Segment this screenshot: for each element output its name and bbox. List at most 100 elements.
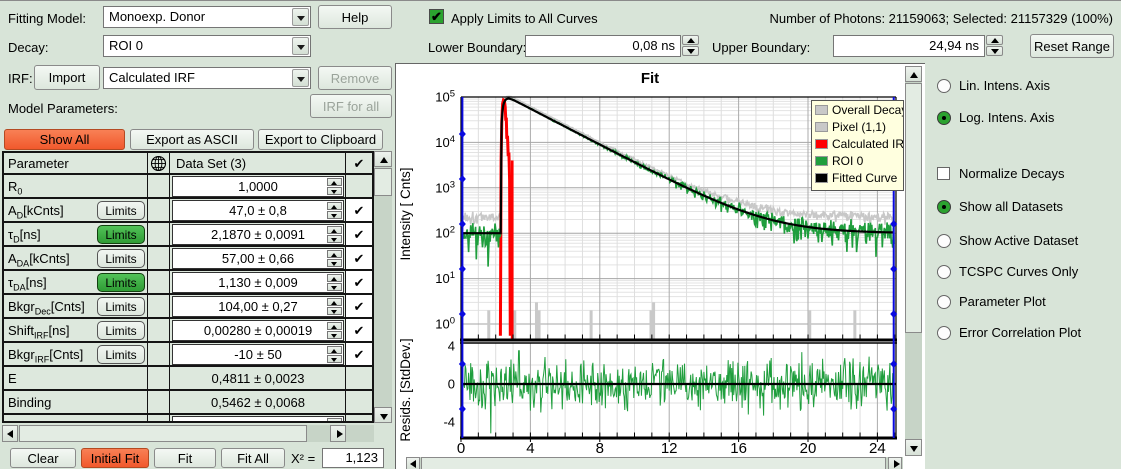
radio-icon[interactable] <box>937 326 951 340</box>
parameter-value-input[interactable]: 104,00 ± 0,27 <box>172 296 344 317</box>
option-normalize-decays[interactable]: Normalize Decays <box>937 166 1064 181</box>
table-gap-cell <box>148 247 170 269</box>
globe-icon[interactable] <box>150 155 167 175</box>
irf-remove-button[interactable]: Remove <box>318 66 392 90</box>
table-scroll-left-icon[interactable] <box>2 425 18 442</box>
table-scroll-down-icon[interactable] <box>374 407 392 423</box>
radio-icon[interactable] <box>937 79 951 93</box>
export-clipboard-button[interactable]: Export to Clipboard <box>258 129 383 150</box>
decay-combo[interactable]: ROI 0 <box>103 35 311 57</box>
parameter-enabled-checkbox[interactable]: ✔ <box>346 295 372 317</box>
option-lin-intens-axis[interactable]: Lin. Intens. Axis <box>937 78 1050 93</box>
option-error-correlation-plot[interactable]: Error Correlation Plot <box>937 325 1081 340</box>
chevron-down-icon[interactable] <box>292 69 309 87</box>
parameter-value-input[interactable]: -10 ± 50 <box>172 344 344 365</box>
plot-scroll-left-icon[interactable] <box>406 457 420 469</box>
parameter-enabled-checkbox[interactable]: ✔ <box>346 199 372 221</box>
parameter-enabled-checkbox[interactable]: ✔ <box>346 343 372 365</box>
help-button[interactable]: Help <box>318 5 392 29</box>
table-hscroll-thumb[interactable] <box>19 425 307 442</box>
chi2-label: X² = <box>291 451 315 466</box>
parameter-value-input[interactable]: 57,00 ± 0,66 <box>172 248 344 269</box>
apply-limits-checkbox[interactable]: ✔ <box>429 9 444 24</box>
lower-boundary-stepper[interactable] <box>682 35 699 57</box>
parameter-enabled-checkbox[interactable]: ✔ <box>346 223 372 245</box>
irf-import-button[interactable]: Import <box>34 65 100 90</box>
parameter-stepper[interactable] <box>327 250 342 267</box>
table-scroll-up-icon[interactable] <box>374 151 392 167</box>
radio-icon[interactable] <box>937 265 951 279</box>
plot-scroll-down-icon[interactable] <box>905 439 922 456</box>
plot-scroll-right-icon[interactable] <box>888 457 902 469</box>
parameter-stepper[interactable] <box>327 322 342 339</box>
parameter-enabled-checkbox[interactable]: ✔ <box>346 247 372 269</box>
parameter-value-input[interactable]: 0,00280 ± 0,00019 <box>172 320 344 341</box>
limits-button[interactable]: Limits <box>97 201 145 220</box>
svg-text:16: 16 <box>730 440 747 457</box>
plot-vscrollbar[interactable] <box>905 66 922 456</box>
limits-button[interactable]: Limits <box>97 321 145 340</box>
upper-boundary-input[interactable]: 24,94 ns <box>833 35 985 57</box>
parameter-value-input[interactable]: 47,0 ± 0,8 <box>172 200 344 221</box>
limits-button[interactable]: Limits <box>97 249 145 268</box>
parameter-stepper[interactable] <box>327 274 342 291</box>
table-hscrollbar[interactable] <box>2 425 374 442</box>
parameter-stepper[interactable] <box>327 202 342 219</box>
option-show-active-dataset[interactable]: Show Active Dataset <box>937 233 1078 248</box>
plot-hscrollbar[interactable] <box>406 457 903 469</box>
initial-fit-button[interactable]: Initial Fit <box>81 448 149 468</box>
clear-button[interactable]: Clear <box>10 448 76 468</box>
plot-scroll-up-icon[interactable] <box>905 66 922 82</box>
option-show-all-datasets[interactable]: Show all Datasets <box>937 199 1063 214</box>
irf-for-all-button[interactable]: IRF for all <box>310 94 392 118</box>
parameter-stepper[interactable] <box>327 418 342 423</box>
legend-swatch <box>815 173 828 183</box>
svg-text:101: 101 <box>435 270 455 286</box>
parameter-stepper[interactable] <box>327 298 342 315</box>
option-tcspc-curves-only[interactable]: TCSPC Curves Only <box>937 264 1078 279</box>
radio-icon[interactable] <box>937 200 951 214</box>
parameter-value-input[interactable]: 49,00 ± 0,23 <box>172 416 344 423</box>
limits-button[interactable]: Limits <box>97 273 145 292</box>
fit-all-button[interactable]: Fit All <box>221 448 285 468</box>
parameter-value-input[interactable]: 2,1870 ± 0,0091 <box>172 224 344 245</box>
chevron-down-icon[interactable] <box>292 8 309 26</box>
fitting-model-combo[interactable]: Monoexp. Donor <box>103 6 311 28</box>
parameter-enabled-checkbox[interactable]: ✔ <box>346 271 372 293</box>
parameter-name-cell: ADA[kCnts]Limits <box>4 247 148 269</box>
table-vscroll-thumb[interactable] <box>374 168 392 196</box>
option-log-intens-axis[interactable]: Log. Intens. Axis <box>937 110 1054 125</box>
option-label: Normalize Decays <box>959 166 1064 181</box>
header-parameter: Parameter <box>8 156 69 171</box>
reset-range-button[interactable]: Reset Range <box>1030 34 1114 58</box>
limits-button[interactable]: Limits <box>97 225 145 244</box>
fit-button[interactable]: Fit <box>154 448 216 468</box>
parameter-stepper[interactable] <box>327 226 342 243</box>
table-scroll-right-icon[interactable] <box>330 425 346 442</box>
radio-icon[interactable] <box>937 111 951 125</box>
export-ascii-button[interactable]: Export as ASCII <box>130 129 254 150</box>
chevron-down-icon[interactable] <box>292 37 309 55</box>
limits-button[interactable]: Limits <box>97 297 145 316</box>
checkbox-icon[interactable] <box>937 167 950 180</box>
svg-text:104: 104 <box>435 134 455 150</box>
limits-button[interactable]: Limits <box>97 345 145 364</box>
parameter-value-input[interactable]: 1,0000 <box>172 176 344 197</box>
table-vscrollbar[interactable] <box>374 151 392 423</box>
radio-icon[interactable] <box>937 295 951 309</box>
radio-icon[interactable] <box>937 234 951 248</box>
header-check[interactable]: ✔ <box>346 153 372 173</box>
plot-vscroll-thumb[interactable] <box>905 83 922 333</box>
parameter-stepper[interactable] <box>327 346 342 363</box>
lower-boundary-input[interactable]: 0,08 ns <box>525 35 681 57</box>
parameter-enabled-checkbox[interactable]: ✔ <box>346 319 372 341</box>
show-all-button[interactable]: Show All <box>4 129 125 150</box>
parameter-value-cell: 1,130 ± 0,009 <box>170 271 346 293</box>
parameter-stepper[interactable] <box>327 178 342 195</box>
plot-hscroll-thumb[interactable] <box>421 457 886 469</box>
irf-combo[interactable]: Calculated IRF <box>103 67 311 89</box>
upper-boundary-label: Upper Boundary: <box>712 40 810 55</box>
parameter-value-input[interactable]: 1,130 ± 0,009 <box>172 272 344 293</box>
option-parameter-plot[interactable]: Parameter Plot <box>937 294 1046 309</box>
upper-boundary-stepper[interactable] <box>986 35 1003 57</box>
